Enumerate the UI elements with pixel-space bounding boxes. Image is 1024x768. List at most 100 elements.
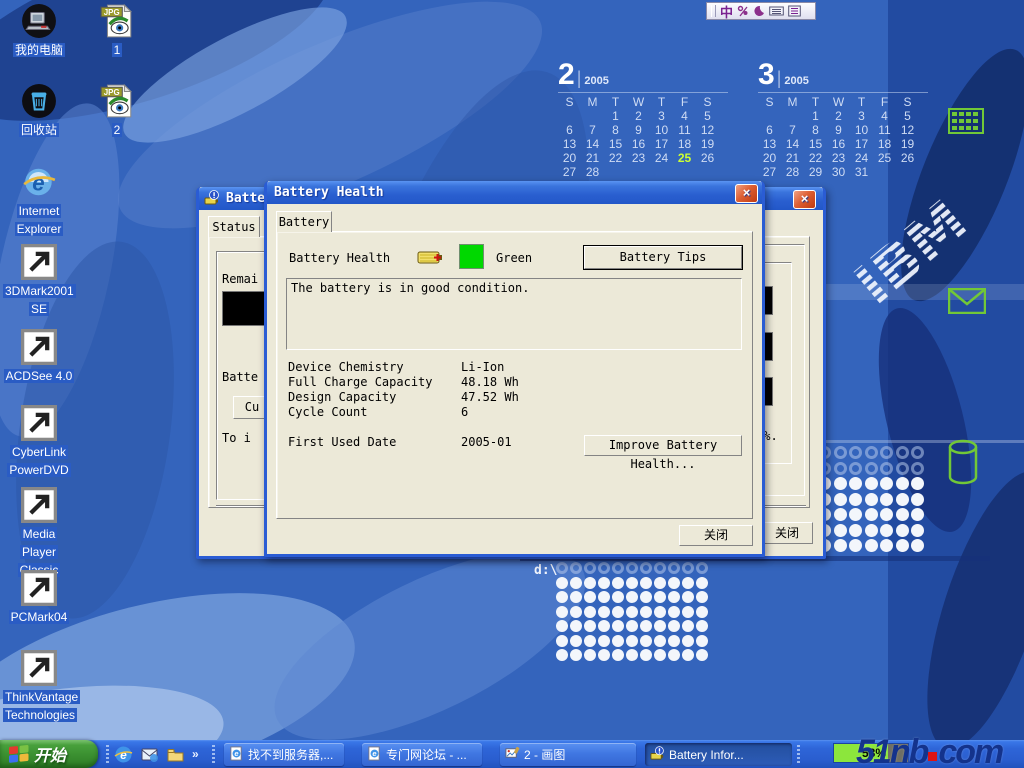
calendar-day: 19 <box>896 137 919 151</box>
desktop-icon-internet-explorer[interactable]: e Internet Explorer <box>3 164 75 238</box>
close-button-bottom[interactable]: 关闭 <box>761 522 813 544</box>
calendar-day: 24 <box>850 151 873 165</box>
desktop-icon-jpg-1[interactable]: JPG 1 <box>81 3 153 59</box>
ime-soft-keyboard-icon[interactable] <box>769 5 784 17</box>
calendar-day: 13 <box>758 137 781 151</box>
wallpaper-dot <box>612 562 624 574</box>
info-row-value: Li-Ion <box>461 360 504 374</box>
battery-tips-button[interactable]: Battery Tips <box>584 246 742 269</box>
desktop-icon-cyberlink-powerdvd[interactable]: CyberLink PowerDVD <box>3 405 75 479</box>
calendar-day: 24 <box>650 151 673 165</box>
taskbar-task-1[interactable]: e找不到服务器,... <box>224 743 344 766</box>
taskbar-task-4[interactable]: Battery Infor... <box>645 743 792 766</box>
calendar-day: 14 <box>581 137 604 151</box>
desktop-icon-my-computer[interactable]: 我的电脑 <box>3 3 75 59</box>
close-icon[interactable]: × <box>735 184 758 203</box>
calendar-day: 2 <box>627 109 650 123</box>
wallpaper-dot <box>584 635 596 647</box>
calendar-day-header: T <box>850 95 873 109</box>
quicklaunch-chevron[interactable]: » <box>192 747 199 761</box>
wallpaper-dot <box>612 635 624 647</box>
ime-grip[interactable] <box>711 5 716 17</box>
acdsee-40-icon <box>21 329 57 365</box>
wallpaper-dot <box>911 493 924 506</box>
desktop-icon-3dmark2001-se[interactable]: 3DMark2001 SE <box>3 244 75 318</box>
svg-text:e: e <box>372 749 376 758</box>
wallpaper-dot <box>654 620 666 632</box>
wallpaper-dot <box>598 606 610 618</box>
wallpaper-dot <box>570 591 582 603</box>
wallpaper-dot <box>865 477 878 490</box>
wallpaper-dot <box>556 562 568 574</box>
calendar-day: 16 <box>627 137 650 151</box>
task-label: 找不到服务器,... <box>248 746 333 763</box>
wallpaper-dot <box>849 539 862 552</box>
condition-text-panel: The battery is in good condition. <box>286 278 742 350</box>
wallpaper-dot <box>896 462 909 475</box>
close-button[interactable]: × <box>793 190 816 209</box>
calendar-day: 28 <box>781 165 804 179</box>
wallpaper-dot <box>640 620 652 632</box>
calendar-day: 3 <box>850 109 873 123</box>
wallpaper-dot <box>682 635 694 647</box>
cylinder-icon <box>946 438 980 486</box>
desktop-icon-acdsee-40[interactable]: ACDSee 4.0 <box>3 329 75 385</box>
wallpaper-dot <box>865 493 878 506</box>
wallpaper-dot <box>612 591 624 603</box>
improve-battery-health-button[interactable]: Improve Battery Health... <box>584 435 742 456</box>
wallpaper-dot <box>880 446 893 459</box>
ime-punctuation-icon[interactable] <box>737 5 749 17</box>
my-computer-icon <box>21 3 57 39</box>
calendar-day: 22 <box>604 151 627 165</box>
battery-health-titlebar[interactable]: Battery Health × <box>267 181 762 204</box>
tab-status[interactable]: Status <box>208 216 260 237</box>
taskbar-task-2[interactable]: e专门网论坛 - ... <box>362 743 482 766</box>
jpg-2-icon: JPG <box>99 83 135 119</box>
wallpaper-dot <box>849 477 862 490</box>
ime-fullwidth-icon[interactable] <box>753 5 765 17</box>
calendar-day: 23 <box>827 151 850 165</box>
wallpaper-dot <box>849 462 862 475</box>
wallpaper-dot <box>834 524 847 537</box>
dialog-close-button[interactable]: 关闭 <box>679 525 753 546</box>
tab-battery[interactable]: Battery <box>276 211 332 232</box>
media-player-classic-icon: S <box>21 487 57 523</box>
wallpaper-dot <box>626 591 638 603</box>
quicklaunch-ie-icon[interactable]: e <box>114 745 133 764</box>
cyberlink-powerdvd-icon <box>21 405 57 441</box>
desktop-icon-thinkvantage-technologies[interactable]: IBM ThinkVantage Technologies <box>3 650 75 724</box>
svg-text:JPG: JPG <box>104 88 120 97</box>
start-button[interactable]: 开始 <box>0 740 98 768</box>
watermark-left: 51nb <box>856 733 927 768</box>
ime-menu-icon[interactable] <box>788 5 801 17</box>
desktop-icon-recycle-bin[interactable]: 回收站 <box>3 83 75 139</box>
calendar-divider <box>758 92 928 93</box>
wallpaper-dot <box>834 493 847 506</box>
ime-mode-icon[interactable]: 中 <box>720 2 733 21</box>
calendar-day: 25 <box>673 151 696 165</box>
wallpaper-dot <box>896 539 909 552</box>
info-row-value: 48.18 Wh <box>461 375 519 389</box>
quicklaunch-mail-icon[interactable] <box>140 745 159 764</box>
quicklaunch-folder-icon[interactable] <box>166 745 185 764</box>
desktop-icon-media-player-classic[interactable]: S Media Player Classic <box>3 487 75 579</box>
calendar-day: 15 <box>804 137 827 151</box>
tasks-grip[interactable] <box>212 745 215 763</box>
desktop-icon-pcmark04[interactable]: PCMark04 <box>3 570 75 626</box>
battery-health-dialog[interactable]: Battery Health × Battery Battery Health … <box>264 181 765 557</box>
wallpaper-dot <box>696 562 708 574</box>
desktop-icon-label: 回收站 <box>19 123 59 137</box>
ime-language-bar[interactable]: 中 <box>706 2 816 20</box>
desktop-icon-jpg-2[interactable]: JPG 2 <box>81 83 153 139</box>
quicklaunch-grip[interactable] <box>106 745 109 763</box>
wallpaper-dot <box>834 539 847 552</box>
taskbar-task-3[interactable]: 2 - 画图 <box>500 743 636 766</box>
calendar-day-header: S <box>558 95 581 109</box>
grid-icon <box>948 108 984 134</box>
wallpaper-dot <box>640 635 652 647</box>
wallpaper-dot <box>911 446 924 459</box>
jpg-1-icon: JPG <box>99 3 135 39</box>
calendar-day-header: F <box>673 95 696 109</box>
calendar-day <box>650 165 673 179</box>
wallpaper-dot <box>598 635 610 647</box>
